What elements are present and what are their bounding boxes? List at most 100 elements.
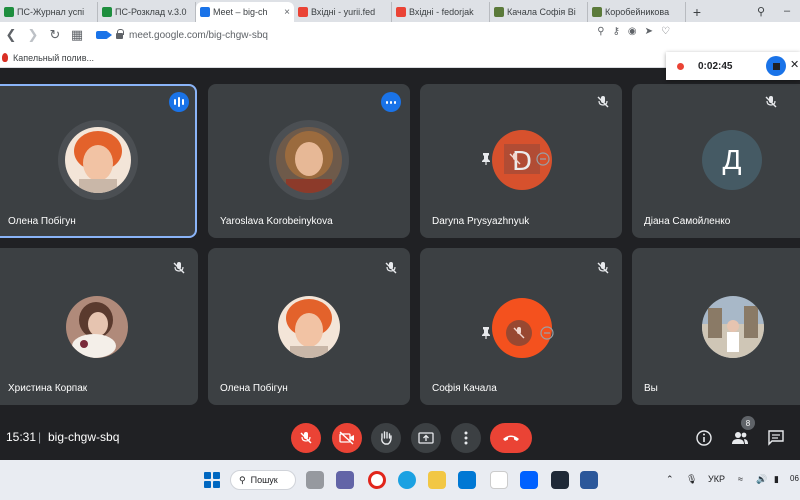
chat-button[interactable] xyxy=(764,426,788,450)
bookmark-item[interactable]: Капельный полив... xyxy=(13,53,94,63)
mute-participant-button[interactable] xyxy=(506,320,532,346)
file-explorer-icon[interactable] xyxy=(428,471,446,489)
zoom-icon[interactable]: ⚲ xyxy=(597,26,604,37)
mic-tray-icon[interactable]: 🎙 xyxy=(686,474,697,485)
participant-tile[interactable]: Олена Побігун xyxy=(208,248,410,405)
raise-hand-icon xyxy=(381,431,392,445)
windows-start-icon[interactable] xyxy=(204,472,220,488)
browser-tab-7[interactable]: Коробейникова xyxy=(588,2,686,22)
omnibox[interactable]: meet.google.com/big-chgw-sbq xyxy=(96,25,268,45)
browser-tab-4[interactable]: Вхідні - yurii.fed xyxy=(294,2,392,22)
raise-hand-button[interactable] xyxy=(371,423,401,453)
tab-title: Качала Софія Ві xyxy=(507,7,576,17)
meeting-info-button[interactable] xyxy=(692,426,716,450)
speaking-indicator-icon xyxy=(381,92,401,112)
pin-icon[interactable] xyxy=(480,326,492,340)
tab-search-icon[interactable]: ⚲ xyxy=(748,5,774,18)
os-taskbar: ⚲ Пошук ⌃ 🎙 УКР ≈ 🔊 ▮ 06 xyxy=(0,460,800,500)
participant-tile[interactable]: Yaroslava Korobeinykova xyxy=(208,84,410,238)
taskbar-clock[interactable]: 06 xyxy=(790,474,799,483)
browser-tab-5[interactable]: Вхідні - fedorjak xyxy=(392,2,490,22)
edge-browser-icon[interactable] xyxy=(398,471,416,489)
mute-participant-icon[interactable] xyxy=(508,152,522,166)
dropbox-icon[interactable] xyxy=(520,471,538,489)
browser-tab-1[interactable]: ПС-Журнал успі xyxy=(0,2,98,22)
wifi-icon[interactable]: ≈ xyxy=(738,474,743,484)
new-tab-button[interactable]: + xyxy=(686,2,708,22)
tab-close-icon[interactable]: × xyxy=(284,7,290,18)
send-icon[interactable]: ➤ xyxy=(645,26,653,37)
window-controls: ⚲ – xyxy=(748,0,800,22)
volume-icon[interactable]: 🔊 xyxy=(756,474,767,485)
camera-in-use-icon[interactable] xyxy=(96,31,112,39)
separator: | xyxy=(38,430,42,444)
chat-app-icon[interactable] xyxy=(336,471,354,489)
more-options-button[interactable] xyxy=(451,423,481,453)
apps-grid-icon[interactable]: ▦ xyxy=(66,24,88,46)
mic-off-icon xyxy=(173,262,185,274)
opera-browser-icon[interactable] xyxy=(368,471,386,489)
participant-tile[interactable]: Д Діана Самойленко xyxy=(632,84,800,238)
camera-off-icon xyxy=(339,431,354,445)
keyboard-layout[interactable]: УКР xyxy=(708,474,725,484)
forward-icon[interactable]: ❯ xyxy=(22,24,44,46)
stop-icon xyxy=(772,62,780,70)
tile-hover-controls xyxy=(480,152,550,166)
back-icon[interactable]: ❮ xyxy=(0,24,22,46)
meeting-code[interactable]: big-chgw-sbq xyxy=(48,430,119,444)
url-text[interactable]: meet.google.com/big-chgw-sbq xyxy=(129,30,268,41)
tile-hover-controls xyxy=(480,320,554,346)
speaking-indicator-icon xyxy=(169,92,189,112)
taskbar-search[interactable]: ⚲ Пошук xyxy=(230,470,296,490)
mic-off-icon xyxy=(597,96,609,108)
heart-icon[interactable]: ♡ xyxy=(661,26,670,37)
close-icon[interactable]: ✕ xyxy=(790,58,799,71)
remove-participant-icon[interactable] xyxy=(540,326,554,340)
avatar xyxy=(702,296,764,358)
tab-title: ПС-Розклад v.3.0 xyxy=(115,7,187,17)
screen-recorder-widget: 0:02:45 ✕ xyxy=(666,52,800,80)
battery-icon[interactable]: ▮ xyxy=(774,474,779,485)
key-icon[interactable]: ⚷ xyxy=(613,26,620,37)
crest-favicon-icon xyxy=(494,7,504,17)
participant-name: Софія Качала xyxy=(432,383,497,394)
avatar xyxy=(278,296,340,358)
self-tile[interactable]: Вы xyxy=(632,248,800,405)
sheets-favicon-icon xyxy=(102,7,112,17)
remove-participant-icon[interactable] xyxy=(536,152,550,166)
task-view-icon[interactable] xyxy=(306,471,324,489)
browser-tab-meet[interactable]: Meet – big-ch × xyxy=(196,2,294,22)
participant-tile[interactable]: Олена Побігун xyxy=(0,84,197,238)
participant-tile[interactable]: Христина Корпак xyxy=(0,248,198,405)
browser-tab-2[interactable]: ПС-Розклад v.3.0 xyxy=(98,2,196,22)
pin-icon[interactable] xyxy=(480,152,492,166)
browser-tab-6[interactable]: Качала Софія Ві xyxy=(490,2,588,22)
participant-tile[interactable]: Софія Качала xyxy=(420,248,622,405)
stop-recording-button[interactable] xyxy=(766,56,786,76)
tab-title: Meet – big-ch xyxy=(213,7,268,17)
camera-toggle-button[interactable] xyxy=(332,423,362,453)
people-count-badge: 8 xyxy=(741,416,755,430)
recording-timer: 0:02:45 xyxy=(698,60,733,72)
present-screen-button[interactable] xyxy=(411,423,441,453)
participant-name: Діана Самойленко xyxy=(644,216,731,227)
crest-favicon-icon xyxy=(592,7,602,17)
app-icon[interactable] xyxy=(490,471,508,489)
camera-icon[interactable]: ◉ xyxy=(628,26,637,37)
tab-strip: ПС-Журнал успі ПС-Розклад v.3.0 Meet – b… xyxy=(0,0,800,22)
mic-toggle-button[interactable] xyxy=(291,423,321,453)
store-icon[interactable] xyxy=(458,471,476,489)
participant-name: Олена Побігун xyxy=(8,216,76,227)
end-call-button[interactable] xyxy=(490,423,532,453)
reload-icon[interactable]: ↻ xyxy=(44,24,66,46)
word-icon[interactable] xyxy=(580,471,598,489)
present-screen-icon xyxy=(418,432,434,444)
media-app-icon[interactable] xyxy=(551,471,569,489)
participant-tile[interactable]: D Daryna Prysyazhnyuk xyxy=(420,84,622,238)
sheets-favicon-icon xyxy=(4,7,14,17)
lock-icon[interactable] xyxy=(116,29,124,39)
tab-title: ПС-Журнал успі xyxy=(17,7,85,17)
tray-chevron-icon[interactable]: ⌃ xyxy=(666,474,674,485)
minimize-icon[interactable]: – xyxy=(774,5,800,17)
gmail-favicon-icon xyxy=(298,7,308,17)
